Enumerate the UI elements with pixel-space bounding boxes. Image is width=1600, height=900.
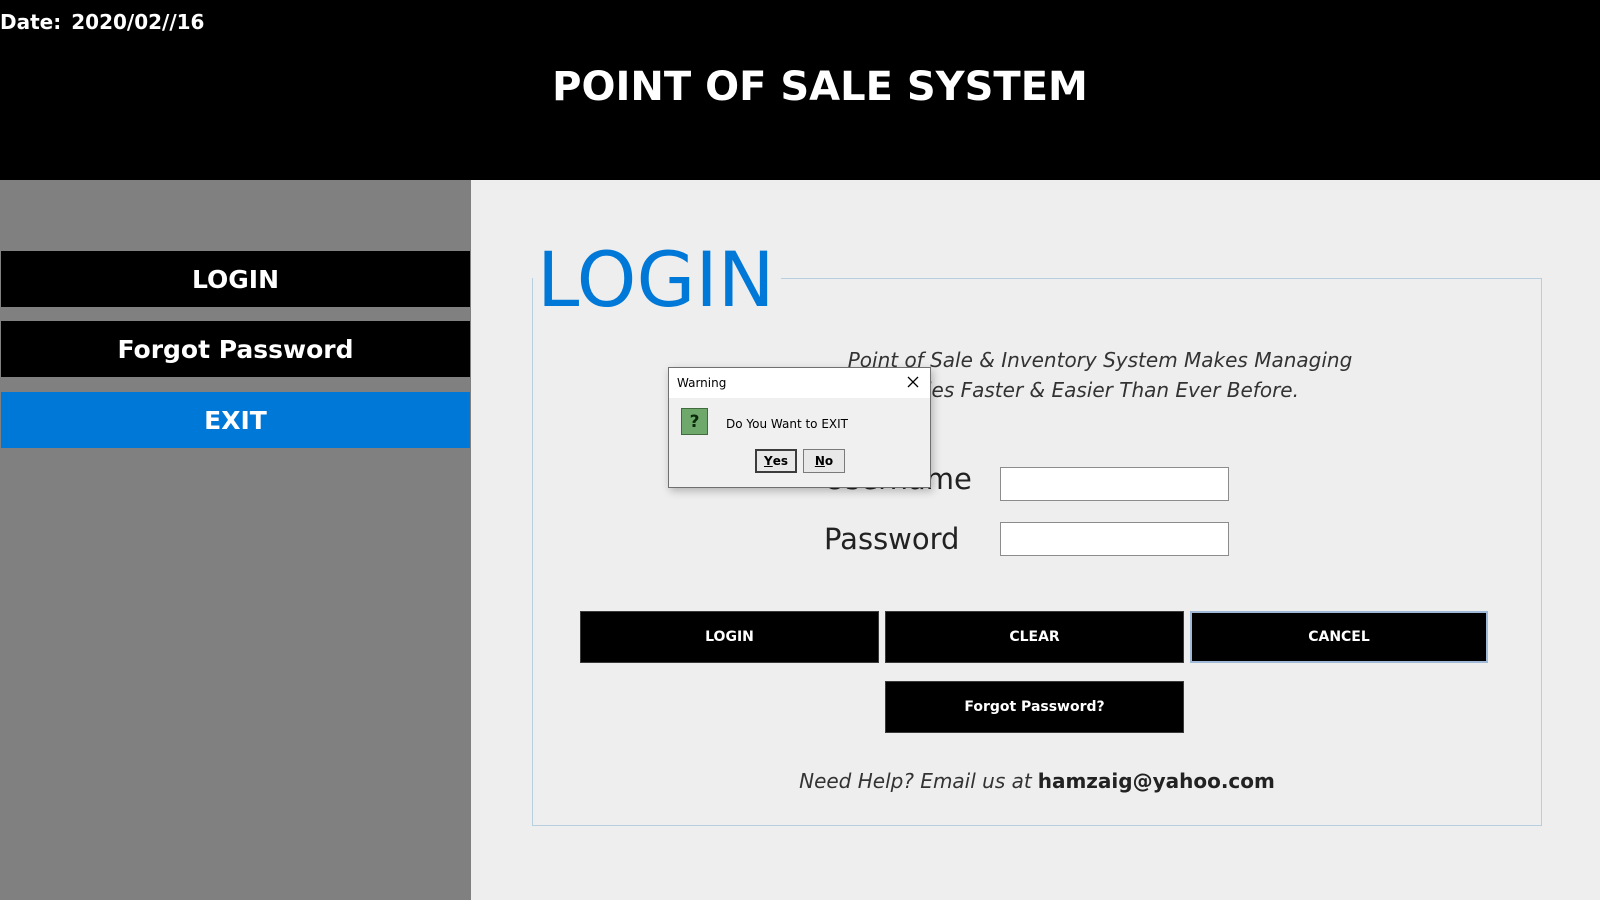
dialog-message: Do You Want to EXIT (726, 417, 849, 431)
date-label: Date: (0, 10, 62, 34)
app-title: POINT OF SALE SYSTEM (552, 64, 1088, 110)
yes-button[interactable]: Yes (755, 449, 797, 473)
sidebar-item-exit[interactable]: EXIT (1, 392, 470, 448)
no-mnemonic: N (814, 454, 825, 468)
date-value: 2020/02//16 (71, 10, 205, 34)
question-icon: ? (681, 408, 708, 435)
help-email-link[interactable]: hamzaig@yahoo.com (1038, 769, 1275, 793)
help-text: Need Help? Email us at hamzaig@yahoo.com (532, 769, 1542, 793)
login-heading: LOGIN (533, 232, 781, 328)
close-icon[interactable] (902, 371, 924, 393)
password-label: Password (824, 522, 960, 556)
sidebar-item-forgot-password[interactable]: Forgot Password (1, 321, 470, 377)
exit-warning-dialog: Warning ? Do You Want to EXIT Yes No (668, 367, 931, 488)
dialog-titlebar[interactable]: Warning (669, 368, 930, 398)
help-label: Need Help? Email us at (799, 769, 1032, 793)
forgot-password-button[interactable]: Forgot Password? (885, 681, 1184, 733)
yes-mnemonic: Y (764, 454, 773, 468)
login-button[interactable]: LOGIN (580, 611, 879, 663)
username-input[interactable] (1000, 467, 1229, 501)
date-display: Date: 2020/02//16 (0, 10, 204, 34)
clear-button[interactable]: CLEAR (885, 611, 1184, 663)
password-input[interactable] (1000, 522, 1229, 556)
dialog-title: Warning (677, 376, 727, 390)
no-label-rest: o (824, 454, 834, 468)
app-header: Date: 2020/02//16 POINT OF SALE SYSTEM (0, 0, 1600, 180)
no-button[interactable]: No (803, 449, 845, 473)
sidebar-item-login[interactable]: LOGIN (1, 251, 470, 307)
cancel-button[interactable]: CANCEL (1190, 611, 1488, 663)
yes-label-rest: es (772, 454, 788, 468)
